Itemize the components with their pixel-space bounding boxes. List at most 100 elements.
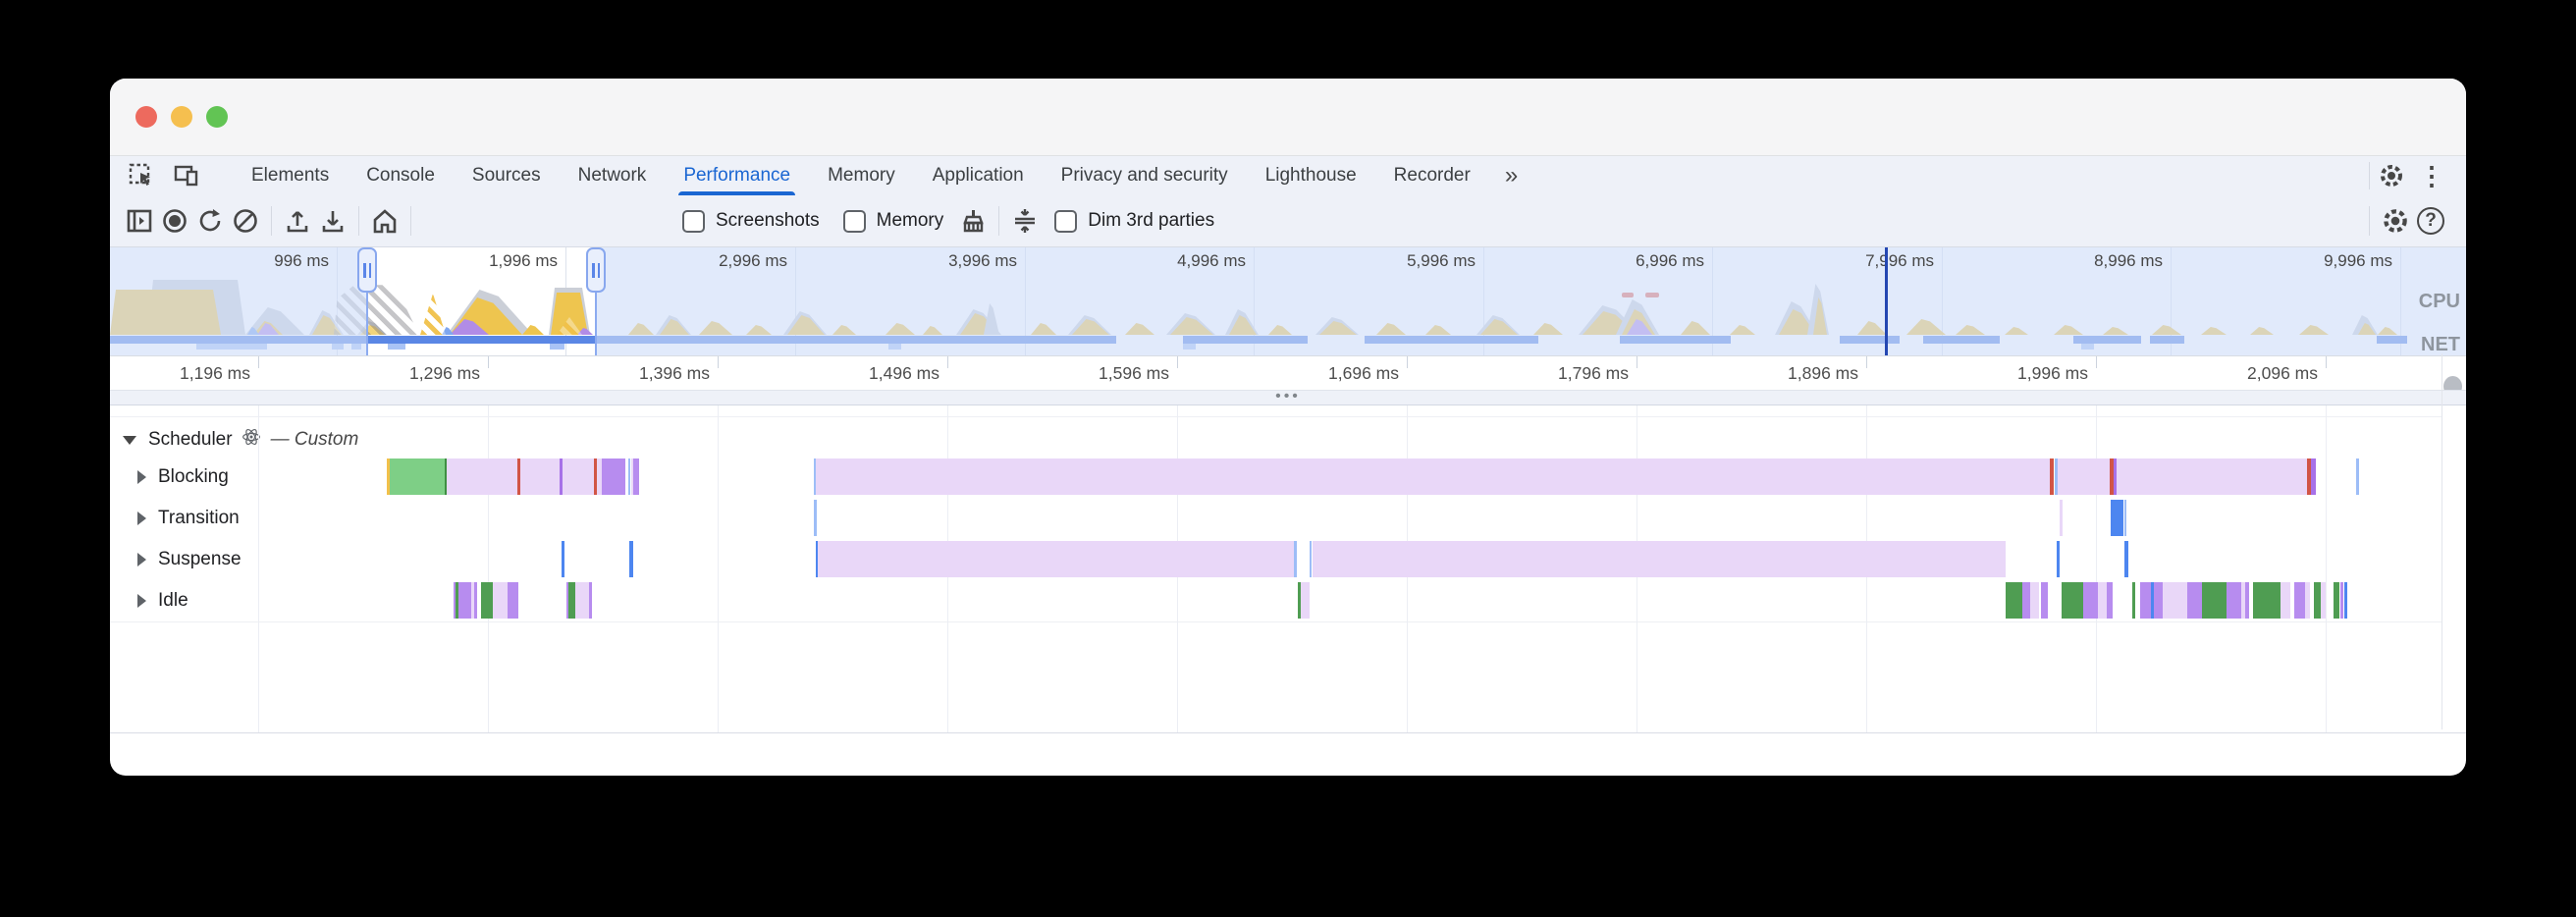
flame-event-segment[interactable] (481, 582, 493, 619)
capture-settings-gear-icon[interactable] (2378, 205, 2413, 237)
flame-event-segment[interactable] (629, 541, 633, 577)
screenshots-checkbox-box[interactable] (682, 210, 705, 233)
flame-event-segment[interactable] (2227, 582, 2241, 619)
flame-event-segment[interactable] (2311, 458, 2316, 495)
flame-event-segment[interactable] (602, 458, 625, 495)
toggle-sidebar-icon[interactable] (122, 205, 157, 237)
panel-resize-band[interactable]: ••• (110, 390, 2466, 405)
flame-event-segment[interactable] (575, 582, 589, 619)
flame-event-segment[interactable] (2060, 500, 2063, 536)
selection-right-handle[interactable] (586, 247, 606, 293)
record-icon[interactable] (157, 205, 192, 237)
flame-event-segment[interactable] (2057, 541, 2060, 577)
flame-event-segment[interactable] (2314, 582, 2321, 619)
flame-event-segment[interactable] (2202, 582, 2227, 619)
more-tabs-button[interactable]: » (1489, 156, 1533, 195)
dim-3rd-parties-checkbox[interactable]: Dim 3rd parties (1054, 210, 1214, 233)
customize-devtools-icon[interactable]: ⋮ (2409, 163, 2454, 189)
flame-event-segment[interactable] (2163, 582, 2187, 619)
track-row-blocking[interactable]: Blocking (137, 458, 229, 495)
flame-event-segment[interactable] (2334, 582, 2339, 619)
collapse-tracks-icon[interactable] (1007, 205, 1043, 237)
scheduler-track-header[interactable]: Scheduler — Custom (123, 427, 358, 453)
tab-memory[interactable]: Memory (809, 156, 914, 195)
flame-event-segment[interactable] (2107, 582, 2113, 619)
tab-recorder[interactable]: Recorder (1375, 156, 1489, 195)
flame-event-segment[interactable] (2050, 458, 2054, 495)
tab-performance[interactable]: Performance (665, 156, 809, 195)
close-window-button[interactable] (135, 106, 157, 128)
flame-event-segment[interactable] (508, 582, 518, 619)
expand-triangle-icon[interactable] (137, 553, 146, 566)
tab-sources[interactable]: Sources (454, 156, 560, 195)
flame-event-segment[interactable] (2062, 582, 2083, 619)
expand-triangle-icon[interactable] (137, 594, 146, 608)
drag-handle-dots[interactable]: ••• (110, 388, 2466, 405)
flame-event-segment[interactable] (589, 582, 592, 619)
tab-lighthouse[interactable]: Lighthouse (1247, 156, 1375, 195)
help-icon[interactable]: ? (2413, 205, 2448, 237)
flame-event-segment[interactable] (816, 458, 2050, 495)
flame-event-segment[interactable] (2245, 582, 2249, 619)
flame-event-segment[interactable] (2058, 458, 2110, 495)
flame-event-segment[interactable] (2132, 582, 2135, 619)
garbage-collect-icon[interactable] (955, 205, 991, 237)
tab-application[interactable]: Application (914, 156, 1043, 195)
zoom-window-button[interactable] (206, 106, 228, 128)
flame-event-segment[interactable] (2356, 458, 2359, 495)
flame-event-segment[interactable] (2006, 582, 2022, 619)
expand-triangle-icon[interactable] (137, 512, 146, 525)
flame-event-segment[interactable] (2098, 582, 2107, 619)
screenshots-checkbox[interactable]: Screenshots (682, 210, 820, 233)
track-row-suspense[interactable]: Suspense (137, 541, 242, 577)
flame-event-segment[interactable] (568, 582, 575, 619)
flame-event-segment[interactable] (474, 582, 477, 619)
flame-event-segment[interactable] (2111, 500, 2123, 536)
flame-event-segment[interactable] (2294, 582, 2305, 619)
flame-chart[interactable]: Scheduler — Custom Blocking Transition Sus… (110, 405, 2466, 733)
timeline-overview[interactable]: 996 ms1,996 ms2,996 ms3,996 ms4,996 ms5,… (110, 247, 2466, 356)
timeline-ruler[interactable]: 1,196 ms1,296 ms1,396 ms1,496 ms1,596 ms… (110, 356, 2466, 390)
tab-console[interactable]: Console (348, 156, 454, 195)
flame-event-segment[interactable] (1310, 541, 1312, 577)
flame-event-segment[interactable] (2321, 582, 2326, 619)
flame-event-segment[interactable] (2344, 582, 2347, 619)
flame-event-segment[interactable] (1313, 541, 2006, 577)
upload-profile-icon[interactable] (280, 205, 315, 237)
flame-event-segment[interactable] (562, 541, 564, 577)
flame-event-segment[interactable] (2041, 582, 2048, 619)
selection-left-handle[interactable] (357, 247, 377, 293)
flame-event-segment[interactable] (818, 541, 1294, 577)
settings-gear-icon[interactable] (2374, 160, 2409, 191)
collapse-triangle-icon[interactable] (123, 436, 136, 445)
flame-event-segment[interactable] (2340, 582, 2343, 619)
minimize-window-button[interactable] (171, 106, 192, 128)
device-toolbar-icon[interactable] (169, 160, 204, 191)
flame-event-segment[interactable] (2281, 582, 2290, 619)
flame-event-segment[interactable] (2083, 582, 2098, 619)
home-icon[interactable] (367, 205, 402, 237)
flame-event-segment[interactable] (447, 458, 517, 495)
tab-network[interactable]: Network (560, 156, 666, 195)
flame-event-segment[interactable] (814, 500, 817, 536)
inspect-element-icon[interactable] (124, 160, 159, 191)
tab-elements[interactable]: Elements (233, 156, 348, 195)
dim-3rd-parties-checkbox-box[interactable] (1054, 210, 1077, 233)
flame-event-segment[interactable] (2022, 582, 2030, 619)
tab-privacy-and-security[interactable]: Privacy and security (1043, 156, 1247, 195)
flame-event-segment[interactable] (2030, 582, 2039, 619)
flame-event-segment[interactable] (2305, 582, 2310, 619)
clear-icon[interactable] (228, 205, 263, 237)
flame-event-segment[interactable] (1294, 541, 1297, 577)
flame-event-segment[interactable] (2117, 458, 2307, 495)
flame-event-segment[interactable] (563, 458, 594, 495)
flame-event-segment[interactable] (2154, 582, 2163, 619)
track-row-idle[interactable]: Idle (137, 582, 188, 619)
flame-event-segment[interactable] (520, 458, 560, 495)
flame-event-segment[interactable] (2187, 582, 2202, 619)
track-row-transition[interactable]: Transition (137, 500, 240, 536)
flame-event-segment[interactable] (493, 582, 508, 619)
flame-event-segment[interactable] (1301, 582, 1310, 619)
flame-event-segment[interactable] (2124, 500, 2126, 536)
flame-event-segment[interactable] (628, 458, 630, 495)
